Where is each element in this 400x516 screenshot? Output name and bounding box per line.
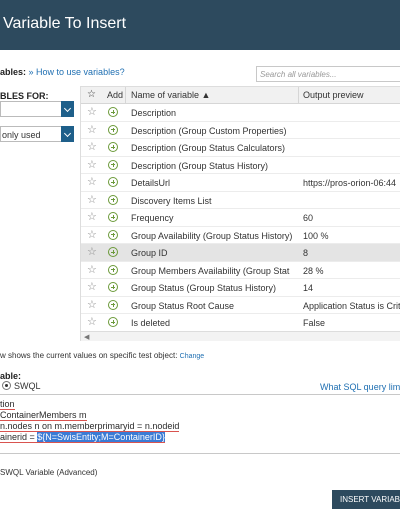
table-row[interactable]: ☆ Description xyxy=(81,104,400,122)
insert-variable-button[interactable]: INSERT VARIABL xyxy=(332,490,400,509)
filter-value: only used xyxy=(2,130,41,140)
swql-radio[interactable] xyxy=(2,381,11,390)
test-object-text: w shows the current values on specific t… xyxy=(0,351,178,360)
help-link[interactable]: » How to use variables? xyxy=(29,67,125,77)
variable-name: Group Members Availability (Group Stat xyxy=(131,265,290,276)
star-icon[interactable]: ☆ xyxy=(87,89,96,100)
add-icon[interactable] xyxy=(108,264,118,275)
code-prefix: ainerid = xyxy=(0,432,38,442)
add-icon[interactable] xyxy=(108,247,118,257)
code-line: ainerid = ${N=SwisEntity;M=ContainerID} xyxy=(0,432,165,443)
table-row[interactable]: ☆ Description (Group Custom Properties) xyxy=(81,122,400,139)
table-row[interactable]: ☆ Is deleted False xyxy=(81,314,400,332)
variable-name: Is deleted xyxy=(131,318,171,328)
star-icon[interactable]: ☆ xyxy=(87,246,97,258)
variable-preview: 60 xyxy=(303,213,314,223)
table-row[interactable]: ☆ Group Availability (Group Status Histor… xyxy=(81,227,400,244)
star-icon[interactable]: ☆ xyxy=(87,316,97,328)
variable-name: Description (Group Status History) xyxy=(131,160,269,171)
horizontal-scrollbar[interactable]: ◀ xyxy=(81,331,400,341)
star-icon[interactable]: ☆ xyxy=(87,211,97,223)
chevron-down-icon[interactable] xyxy=(61,101,74,117)
dialog-titlebar: Variable To Insert xyxy=(0,0,400,50)
variable-preview: https://pros-orion-06:44 xyxy=(303,178,397,188)
variable-name: Frequency xyxy=(131,213,174,223)
add-icon[interactable] xyxy=(108,107,118,117)
chevron-down-icon[interactable] xyxy=(61,126,74,142)
column-header-add: Add xyxy=(107,90,124,100)
add-icon[interactable] xyxy=(108,299,118,310)
variable-name: Description (Group Custom Properties) xyxy=(131,125,287,136)
add-icon[interactable] xyxy=(108,177,118,187)
table-row[interactable]: ☆ DetailsUrl https://pros-orion-06:44 xyxy=(81,174,400,192)
variables-grid: ☆ Add Name of variable ▲ Output preview … xyxy=(80,86,400,341)
table-row-selected[interactable]: ☆ Group ID 8 xyxy=(81,244,400,262)
star-icon[interactable]: ☆ xyxy=(87,299,97,311)
add-icon[interactable] xyxy=(108,229,118,240)
star-icon[interactable]: ☆ xyxy=(87,264,97,276)
swql-radio-label: SWQL xyxy=(14,381,41,391)
variable-name: Discovery Items List xyxy=(131,195,212,206)
variable-name: Group Status (Group Status History) xyxy=(131,283,277,293)
variable-preview: 28 % xyxy=(303,265,324,276)
add-icon[interactable] xyxy=(108,212,118,222)
sql-query-limits-link[interactable]: What SQL query lim xyxy=(320,382,400,392)
change-link[interactable]: Change xyxy=(180,353,205,360)
star-icon[interactable]: ☆ xyxy=(87,176,97,188)
code-highlight: ${N=SwisEntity;M=ContainerID} xyxy=(37,432,165,442)
variable-type-label: SWQL Variable (Advanced) xyxy=(0,468,98,477)
variable-preview: Application Status is Crit xyxy=(303,300,400,311)
add-icon[interactable] xyxy=(108,282,118,292)
star-icon[interactable]: ☆ xyxy=(87,159,97,171)
variable-preview: 14 xyxy=(303,283,314,293)
left-panel: BLES FOR: only used xyxy=(0,86,78,346)
table-row[interactable]: ☆ Group Status Root Cause Application Stat… xyxy=(81,297,400,314)
variable-preview: 100 % xyxy=(303,230,329,241)
object-type-select[interactable] xyxy=(0,101,74,117)
add-icon[interactable] xyxy=(108,142,118,152)
search-box[interactable] xyxy=(256,66,400,82)
code-line: tion xyxy=(0,399,15,410)
variables-help-line: ables: » How to use variables? xyxy=(0,67,125,77)
star-icon[interactable]: ☆ xyxy=(87,229,97,241)
column-header-name[interactable]: Name of variable ▲ xyxy=(131,90,210,100)
dialog-title: Variable To Insert xyxy=(3,15,127,32)
variable-name: Group ID xyxy=(131,248,168,258)
table-row[interactable]: ☆ Group Status (Group Status History) 14 xyxy=(81,279,400,297)
column-header-preview[interactable]: Output preview xyxy=(303,90,364,100)
table-row[interactable]: ☆ Group Members Availability (Group Stat 2… xyxy=(81,262,400,279)
add-icon[interactable] xyxy=(108,317,118,327)
filter-select[interactable]: only used xyxy=(0,126,74,142)
add-icon[interactable] xyxy=(108,194,118,205)
table-row[interactable]: ☆ Description (Group Status History) xyxy=(81,157,400,174)
variable-preview: 8 xyxy=(303,248,309,258)
star-icon[interactable]: ☆ xyxy=(87,124,97,136)
variable-preview: False xyxy=(303,318,326,328)
table-row[interactable]: ☆ Frequency 60 xyxy=(81,209,400,227)
code-line: ContainerMembers m xyxy=(0,410,87,421)
variable-name: Group Status Root Cause xyxy=(131,300,235,311)
scroll-left-icon[interactable]: ◀ xyxy=(84,333,89,341)
add-icon[interactable] xyxy=(108,159,118,170)
star-icon[interactable]: ☆ xyxy=(87,141,97,153)
variable-label: able: xyxy=(0,371,22,381)
add-icon[interactable] xyxy=(108,124,118,135)
star-icon[interactable]: ☆ xyxy=(87,281,97,293)
table-row[interactable]: ☆ Discovery Items List xyxy=(81,192,400,209)
variable-name: DetailsUrl xyxy=(131,178,171,188)
variable-name: Description xyxy=(131,108,177,118)
variables-for-label: BLES FOR: xyxy=(0,91,49,101)
star-icon[interactable]: ☆ xyxy=(87,106,97,118)
test-object-line: w shows the current values on specific t… xyxy=(0,351,204,360)
code-line: n.nodes n on m.memberprimaryid = n.nodei… xyxy=(0,421,180,432)
table-row[interactable]: ☆ Description (Group Status Calculators) xyxy=(81,139,400,157)
variable-name: Description (Group Status Calculators) xyxy=(131,143,286,153)
grid-header: ☆ Add Name of variable ▲ Output preview xyxy=(81,87,400,104)
variables-label: ables: xyxy=(0,67,27,77)
variable-name: Group Availability (Group Status History… xyxy=(131,230,293,241)
star-icon[interactable]: ☆ xyxy=(87,194,97,206)
search-input[interactable] xyxy=(257,67,400,81)
swql-editor[interactable]: tion ContainerMembers m n.nodes n on m.m… xyxy=(0,394,400,454)
